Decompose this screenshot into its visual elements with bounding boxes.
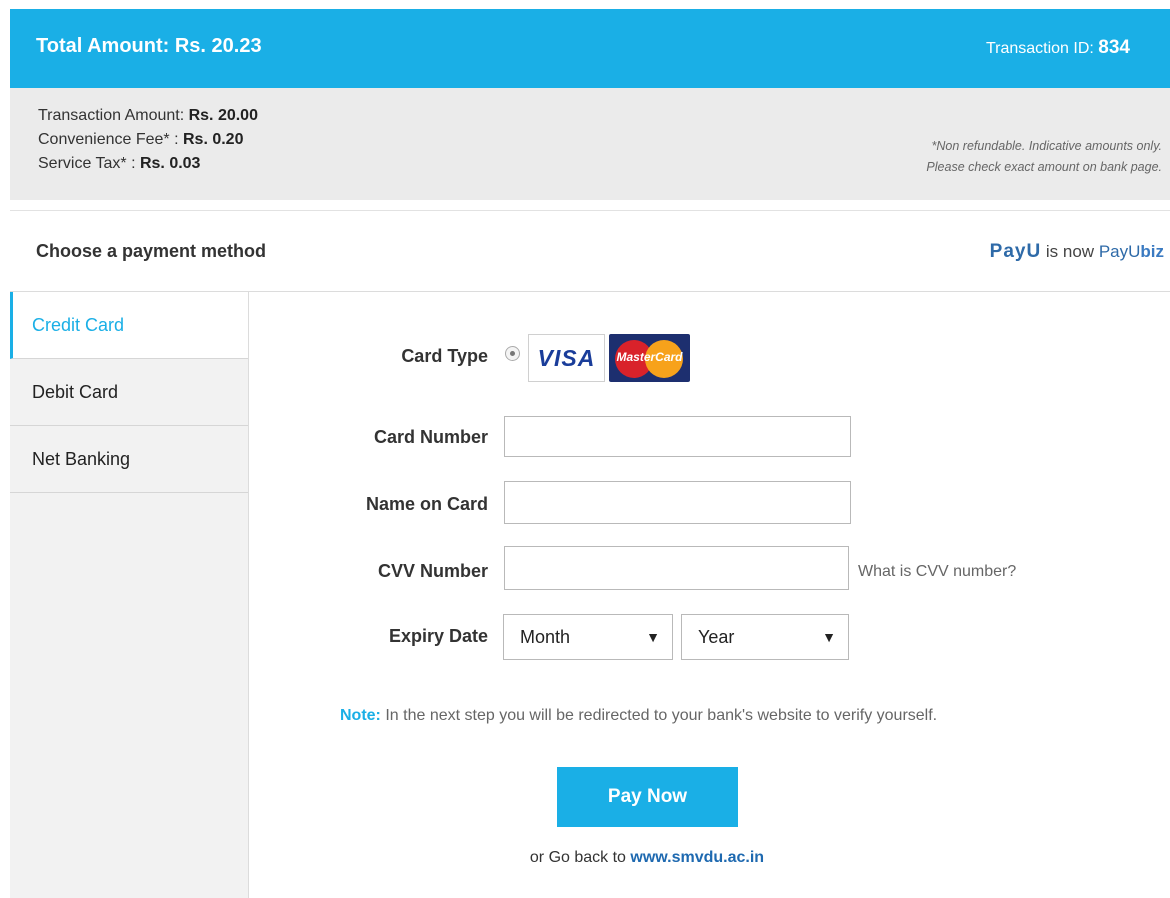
visa-icon[interactable]: VISA	[528, 334, 605, 382]
cvv-number-label: CVV Number	[377, 561, 488, 581]
go-back-link[interactable]: www.smvdu.ac.in	[630, 849, 764, 866]
card-number-input[interactable]	[504, 416, 851, 457]
payment-method-title: Choose a payment method	[36, 241, 267, 261]
transaction-id-value: 834	[1098, 37, 1130, 58]
transaction-amount-row: Transaction Amount: Rs. 20.00	[38, 104, 258, 128]
tab-credit-card[interactable]: Credit Card	[10, 292, 248, 359]
year-select[interactable]: Year ▼	[681, 614, 849, 660]
go-back-prefix: or Go back to	[529, 849, 631, 866]
payment-method-sidebar: Credit Card Debit Card Net Banking	[10, 292, 249, 898]
amount-breakdown: Transaction Amount: Rs. 20.00 Convenienc…	[38, 104, 258, 176]
convenience-fee-value: Rs. 0.20	[182, 131, 244, 148]
chevron-down-icon: ▼	[822, 629, 836, 645]
payu-middle-text: is now	[1041, 242, 1099, 261]
mastercard-text: MasterCard	[616, 350, 683, 364]
payu-brand: PayU	[989, 241, 1042, 262]
payubiz-suffix: biz	[1140, 242, 1164, 261]
payubiz-brand: PayU	[1098, 242, 1141, 261]
card-type-radio[interactable]	[505, 346, 520, 361]
header-bar: Total Amount: Rs. 20.23 Transaction ID: …	[10, 9, 1170, 88]
refund-note-line1: *Non refundable. Indicative amounts only…	[931, 139, 1162, 153]
total-amount: Total Amount: Rs. 20.23	[36, 35, 262, 57]
name-on-card-label: Name on Card	[365, 494, 488, 514]
service-tax-label: Service Tax* :	[38, 155, 140, 172]
cvv-input[interactable]	[504, 546, 849, 590]
card-number-label: Card Number	[373, 427, 488, 447]
mastercard-icon[interactable]: MasterCard	[609, 334, 690, 382]
transaction-amount-value: Rs. 20.00	[188, 107, 258, 124]
pay-now-button[interactable]: Pay Now	[557, 767, 738, 827]
redirect-note-text: In the next step you will be redirected …	[380, 707, 938, 724]
service-tax-value: Rs. 0.03	[139, 155, 201, 172]
name-on-card-input[interactable]	[504, 481, 851, 524]
chevron-down-icon: ▼	[646, 629, 660, 645]
transaction-amount-label: Transaction Amount:	[38, 107, 189, 124]
transaction-id-label: Transaction ID:	[985, 40, 1094, 57]
tab-net-banking[interactable]: Net Banking	[10, 426, 248, 493]
amount-summary: Transaction Amount: Rs. 20.00 Convenienc…	[10, 88, 1170, 200]
service-tax-row: Service Tax* : Rs. 0.03	[38, 152, 258, 176]
convenience-fee-label: Convenience Fee* :	[38, 131, 183, 148]
payment-method-header: Choose a payment method PayU is now PayU…	[10, 210, 1170, 292]
month-select[interactable]: Month ▼	[503, 614, 673, 660]
refund-note-line2: Please check exact amount on bank page.	[926, 160, 1162, 174]
redirect-note-prefix: Note:	[340, 707, 381, 724]
transaction-id: Transaction ID: 834	[986, 37, 1130, 59]
expiry-date-label: Expiry Date	[388, 626, 488, 646]
refund-note: *Non refundable. Indicative amounts only…	[926, 136, 1162, 178]
cvv-help-link[interactable]: What is CVV number?	[858, 563, 1016, 581]
card-type-label: Card Type	[401, 346, 488, 366]
redirect-note: Note: In the next step you will be redir…	[340, 707, 937, 725]
payu-logo: PayU is now PayUbiz	[990, 241, 1164, 263]
convenience-fee-row: Convenience Fee* : Rs. 0.20	[38, 128, 258, 152]
month-select-value: Month	[520, 627, 571, 647]
tab-debit-card[interactable]: Debit Card	[10, 359, 248, 426]
year-select-value: Year	[698, 627, 735, 647]
go-back-line: or Go back to www.smvdu.ac.in	[0, 849, 1170, 867]
